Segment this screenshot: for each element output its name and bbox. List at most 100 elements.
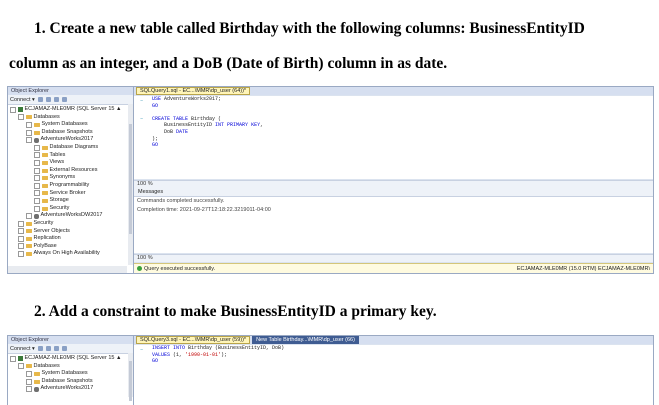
query-editor: SQLQuery1.sql - EC...\MMR\dp_user (64))*… [134,87,653,273]
expand-icon[interactable] [26,121,32,128]
status-text: Query executed successfully. [144,265,216,272]
tree-node-label: AdventureWorksDW2017 [40,212,103,219]
folder-icon [41,206,48,211]
filter-icon[interactable] [53,97,59,102]
expand-icon[interactable] [34,197,40,204]
editor-tabs: SQLQuery3.sql - EC...\MMR\dp_user (59))*… [134,336,653,344]
tree-node[interactable]: AdventureWorks2017 [8,136,133,144]
ssms-screenshot-2: Object Explorer Connect ▾ ECJAMAZ-MLE0MR… [7,335,654,405]
zoom-level[interactable]: 100 % [134,180,653,188]
expand-icon[interactable] [26,386,32,393]
tree-node[interactable]: Storage [8,197,133,205]
object-explorer-panel: Object Explorer Connect ▾ ECJAMAZ-MLE0MR… [8,87,134,273]
tab-sqlquery1[interactable]: SQLQuery1.sql - EC...\MMR\dp_user (64))* [136,87,251,95]
tree-node-label: Database Snapshots [41,377,93,384]
folder-icon [41,176,48,181]
tree-node-label: Server Objects [33,227,70,234]
tree-node[interactable]: System Databases [8,370,133,378]
tree-node[interactable]: System Databases [8,121,133,129]
folder-icon [41,191,48,196]
expand-icon[interactable] [26,370,32,377]
code-line: ); [152,135,159,142]
vertical-scrollbar[interactable] [128,353,133,401]
tree-node[interactable]: Service Broker [8,190,133,198]
tree-node[interactable]: Tables [8,152,133,160]
connect-button[interactable]: Connect ▾ [10,97,35,103]
tree-node-label: Databases [33,362,60,369]
disconnect-icon[interactable] [45,346,51,351]
tree-node[interactable]: Databases [8,114,133,122]
tree-node[interactable]: Database Snapshots [8,378,133,386]
tree-node[interactable]: AdventureWorksDW2017 [8,212,133,220]
code-area[interactable]: − INSERT INTO Birthday (BusinessEntityID… [134,345,653,405]
tree-node[interactable]: Security [8,205,133,213]
tree-node[interactable]: Programmability [8,182,133,190]
code-line: USE AdventureWorks2017; [152,96,222,102]
tree-node[interactable]: Security [8,220,133,228]
tree-node[interactable]: Views [8,159,133,167]
expand-icon[interactable] [26,129,32,136]
tree-node[interactable]: Always On High Availability [8,250,133,258]
vertical-scrollbar[interactable] [128,104,133,265]
expand-icon[interactable] [34,205,40,212]
filter-icon[interactable] [53,346,59,351]
expand-icon[interactable] [34,175,40,182]
tree-node[interactable]: AdventureWorks2017 [8,385,133,393]
code-line: CREATE TABLE Birthday ( [152,115,222,122]
tab-new-table-birthday[interactable]: New Table Birthday...\MMR\dp_user (66) [252,336,359,344]
expand-icon[interactable] [34,167,40,174]
expand-icon[interactable] [34,190,40,197]
horizontal-scrollbar[interactable] [8,266,127,273]
tree-node-label: AdventureWorks2017 [40,385,94,392]
refresh-icon[interactable] [61,346,67,351]
messages-tab[interactable]: Messages [134,188,653,197]
expand-icon[interactable] [18,114,24,121]
code-line: VALUES (1, '1990-01-01'); [152,351,228,358]
results-zoom-level[interactable]: 100 % [134,254,653,262]
folder-icon [41,160,48,165]
disconnect-icon[interactable] [45,97,51,102]
tree-node[interactable]: Replication [8,235,133,243]
expand-icon[interactable] [10,106,16,113]
expand-icon[interactable] [26,378,32,385]
expand-icon[interactable] [18,220,24,227]
tree-node-label: ECJAMAZ-MLE0MR (SQL Server 15 ▲ [24,106,122,112]
tree-node[interactable]: Database Diagrams [8,144,133,152]
folder-icon [41,198,48,203]
server-icon [17,107,23,113]
tree-node[interactable]: Server Objects [8,228,133,236]
expand-icon[interactable] [34,159,40,166]
connect-icon[interactable] [37,346,43,351]
tree-node[interactable]: Databases [8,363,133,371]
message-line: Completion time: 2021-09-27T12:18:22.321… [137,207,271,213]
tree-node[interactable]: ECJAMAZ-MLE0MR (SQL Server 15 ▲ [8,355,133,363]
expand-icon[interactable] [18,228,24,235]
server-icon [17,356,23,362]
tree-node[interactable]: Database Snapshots [8,129,133,137]
connect-button[interactable]: Connect ▾ [10,346,35,352]
expand-icon[interactable] [34,152,40,159]
connect-icon[interactable] [37,97,43,102]
tree-node[interactable]: Synonyms [8,174,133,182]
object-explorer-title: Object Explorer [8,87,133,95]
tree-node[interactable]: External Resources [8,167,133,175]
folder-icon [33,122,40,127]
expand-icon[interactable] [10,355,16,362]
expand-icon[interactable] [34,144,40,151]
refresh-icon[interactable] [61,97,67,102]
tab-sqlquery3[interactable]: SQLQuery3.sql - EC...\MMR\dp_user (59))* [136,336,251,344]
tree-node-label: Programmability [49,181,90,188]
expand-icon[interactable] [26,213,32,220]
tree-node-label: Security [33,219,54,226]
code-area[interactable]: − − USE AdventureWorks2017; GO CREATE TABLE… [134,96,653,179]
expand-icon[interactable] [18,235,24,242]
folder-icon [33,130,40,135]
expand-icon[interactable] [18,363,24,370]
expand-icon[interactable] [26,137,32,144]
expand-icon[interactable] [34,182,40,189]
expand-icon[interactable] [18,251,24,258]
tree-node[interactable]: PolyBase [8,243,133,251]
expand-icon[interactable] [18,243,24,250]
server-info: ECJAMAZ-MLE0MR (15.0 RTM) ECJAMAZ-MLE0MR… [516,265,650,272]
tree-node[interactable]: ECJAMAZ-MLE0MR (SQL Server 15 ▲ [8,106,133,114]
